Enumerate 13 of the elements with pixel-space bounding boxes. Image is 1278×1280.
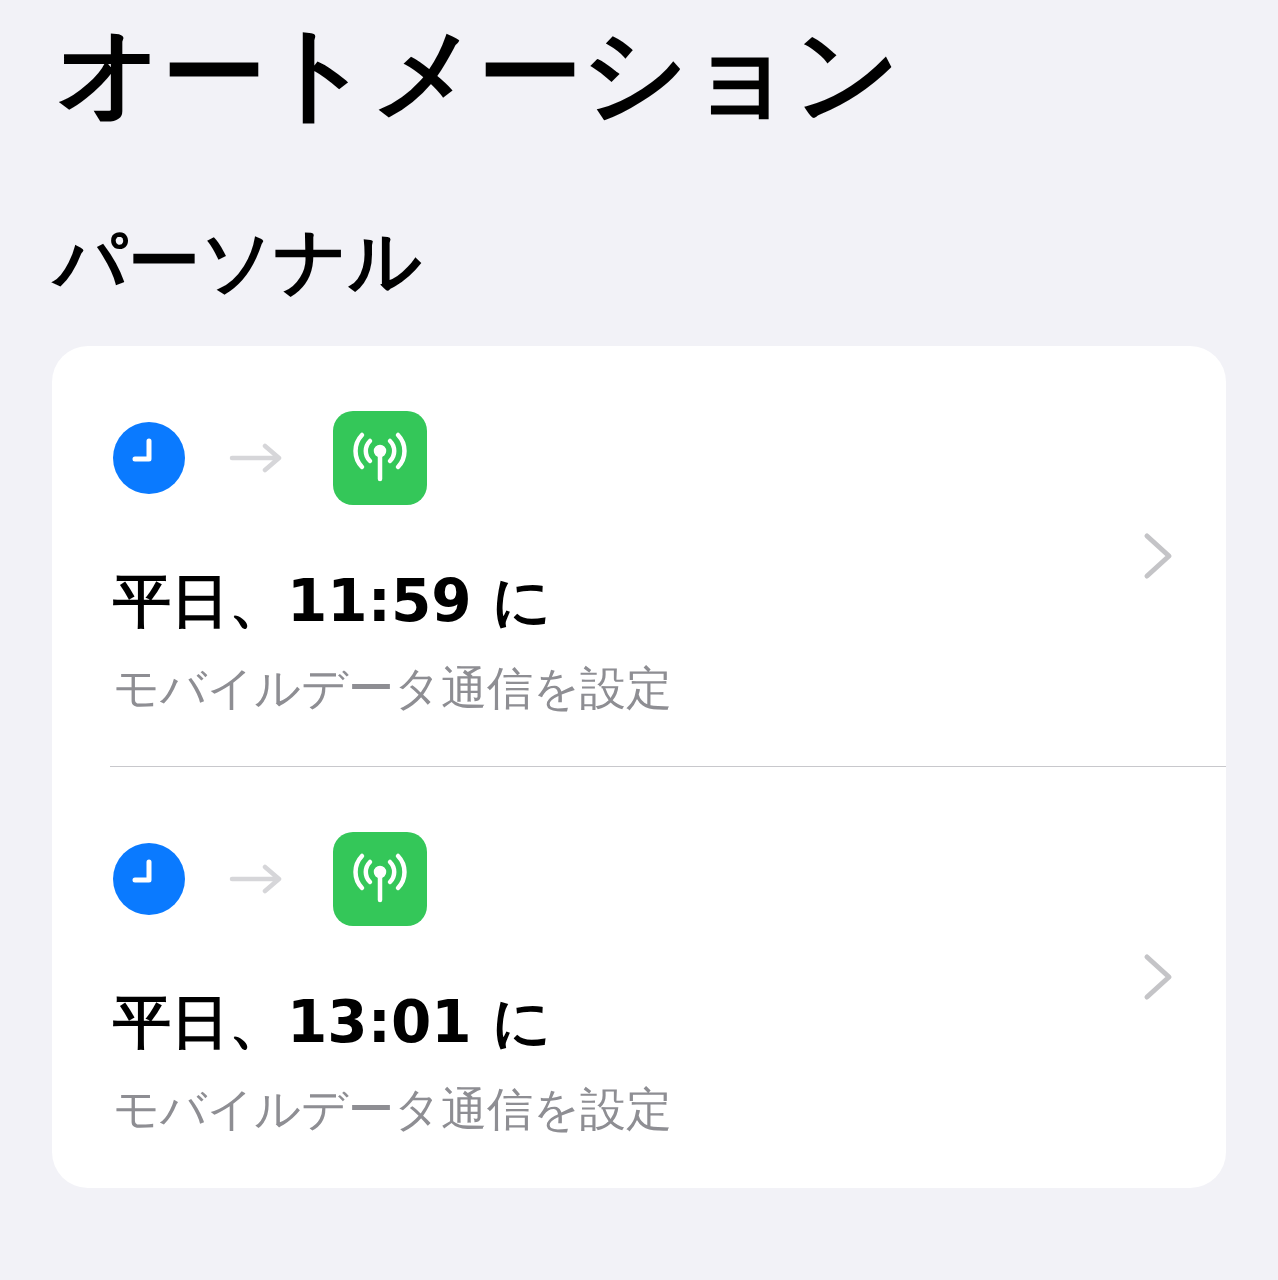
arrow-icon bbox=[229, 864, 283, 894]
automation-title: 平日、13:01 に bbox=[113, 987, 552, 1058]
automation-subtitle: モバイルデータ通信を設定 bbox=[113, 660, 673, 717]
antenna-icon bbox=[333, 832, 427, 926]
clock-icon bbox=[113, 843, 185, 915]
chevron-icon[interactable] bbox=[1142, 532, 1174, 580]
arrow-icon bbox=[229, 443, 283, 473]
page-title: オートメーション bbox=[56, 11, 901, 136]
automation-title: 平日、11:59 に bbox=[113, 566, 552, 637]
automation-subtitle: モバイルデータ通信を設定 bbox=[113, 1081, 673, 1138]
antenna-icon bbox=[333, 411, 427, 505]
clock-icon bbox=[113, 422, 185, 494]
chevron-icon[interactable] bbox=[1142, 953, 1174, 1001]
